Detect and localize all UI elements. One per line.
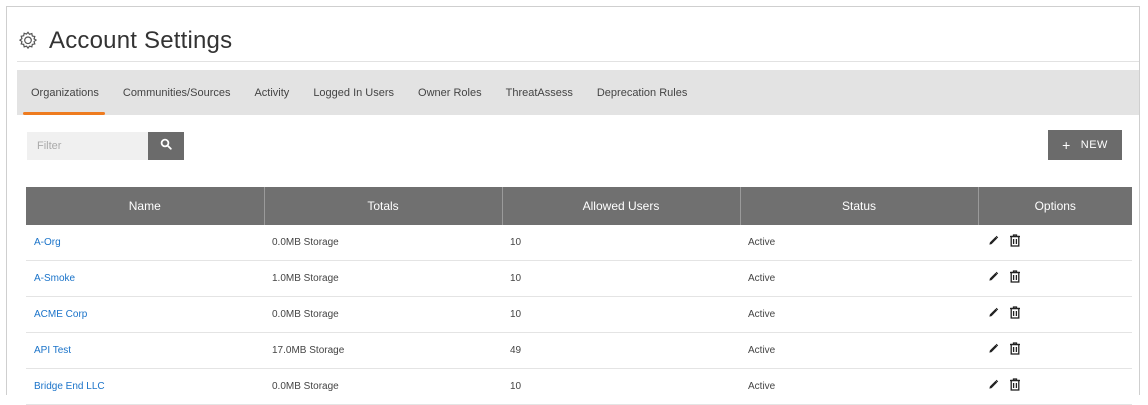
allowed-users-cell: 10	[502, 260, 740, 297]
totals-cell: 0.0MB Storage	[264, 296, 502, 333]
column-header-allowed-users[interactable]: Allowed Users	[502, 187, 741, 225]
tab-organizations[interactable]: Organizations	[17, 70, 111, 115]
table-row: A-Org 0.0MB Storage 10 Active	[26, 225, 1132, 261]
tab-threatassess[interactable]: ThreatAssess	[494, 70, 585, 115]
organization-name-link[interactable]: API Test	[26, 332, 264, 369]
page-title: Account Settings	[49, 27, 233, 54]
page-header: Account Settings	[17, 21, 1139, 61]
table-row: API Test 17.0MB Storage 49 Active	[26, 332, 1132, 369]
tab-activity[interactable]: Activity	[242, 70, 301, 115]
new-button-label: NEW	[1080, 139, 1108, 151]
trash-icon[interactable]	[1009, 342, 1021, 355]
pencil-icon[interactable]	[988, 271, 999, 282]
status-cell: Active	[740, 225, 978, 261]
filter-bar	[27, 132, 184, 160]
row-actions	[986, 306, 1132, 319]
table-row: Bridge End LLC 0.0MB Storage 10 Active	[26, 368, 1132, 405]
row-actions	[986, 342, 1132, 355]
table-row: ACME Corp 0.0MB Storage 10 Active	[26, 296, 1132, 333]
allowed-users-cell: 49	[502, 332, 740, 369]
options-cell	[978, 368, 1132, 405]
trash-icon[interactable]	[1009, 378, 1021, 391]
column-header-options: Options	[978, 187, 1132, 225]
table-row: A-Smoke 1.0MB Storage 10 Active	[26, 260, 1132, 297]
search-icon	[160, 137, 172, 155]
column-header-totals[interactable]: Totals	[264, 187, 503, 225]
pencil-icon[interactable]	[988, 307, 999, 318]
totals-cell: 1.0MB Storage	[264, 260, 502, 297]
pencil-icon[interactable]	[988, 379, 999, 390]
column-header-status[interactable]: Status	[740, 187, 979, 225]
row-actions	[986, 270, 1132, 283]
options-cell	[978, 332, 1132, 369]
filter-input[interactable]	[27, 132, 148, 160]
plus-icon: +	[1062, 137, 1071, 153]
organizations-table: Name Totals Allowed Users Status Options…	[26, 187, 1132, 405]
status-cell: Active	[740, 332, 978, 369]
table-header-row: Name Totals Allowed Users Status Options	[26, 187, 1132, 225]
trash-icon[interactable]	[1009, 306, 1021, 319]
organization-name-link[interactable]: ACME Corp	[26, 296, 264, 333]
tab-logged-in-users[interactable]: Logged In Users	[301, 70, 406, 115]
trash-icon[interactable]	[1009, 270, 1021, 283]
tab-deprecation-rules[interactable]: Deprecation Rules	[585, 70, 700, 115]
allowed-users-cell: 10	[502, 296, 740, 333]
tab-communities-sources[interactable]: Communities/Sources	[111, 70, 243, 115]
options-cell	[978, 260, 1132, 297]
totals-cell: 17.0MB Storage	[264, 332, 502, 369]
pencil-icon[interactable]	[988, 235, 999, 246]
organization-name-link[interactable]: A-Smoke	[26, 260, 264, 297]
tab-owner-roles[interactable]: Owner Roles	[406, 70, 494, 115]
trash-icon[interactable]	[1009, 234, 1021, 247]
totals-cell: 0.0MB Storage	[264, 225, 502, 261]
pencil-icon[interactable]	[988, 343, 999, 354]
search-button[interactable]	[148, 132, 184, 160]
gear-icon	[17, 30, 39, 52]
status-cell: Active	[740, 368, 978, 405]
tab-bar: Organizations Communities/Sources Activi…	[17, 70, 1139, 115]
allowed-users-cell: 10	[502, 225, 740, 261]
totals-cell: 0.0MB Storage	[264, 368, 502, 405]
row-actions	[986, 234, 1132, 247]
status-cell: Active	[740, 296, 978, 333]
organization-name-link[interactable]: A-Org	[26, 225, 264, 261]
status-cell: Active	[740, 260, 978, 297]
organization-name-link[interactable]: Bridge End LLC	[26, 368, 264, 405]
row-actions	[986, 378, 1132, 391]
header-divider	[17, 61, 1139, 62]
options-cell	[978, 296, 1132, 333]
allowed-users-cell: 10	[502, 368, 740, 405]
new-organization-button[interactable]: + NEW	[1048, 130, 1122, 160]
settings-panel: Account Settings Organizations Communiti…	[6, 6, 1140, 405]
column-header-name[interactable]: Name	[26, 187, 265, 225]
options-cell	[978, 225, 1132, 261]
